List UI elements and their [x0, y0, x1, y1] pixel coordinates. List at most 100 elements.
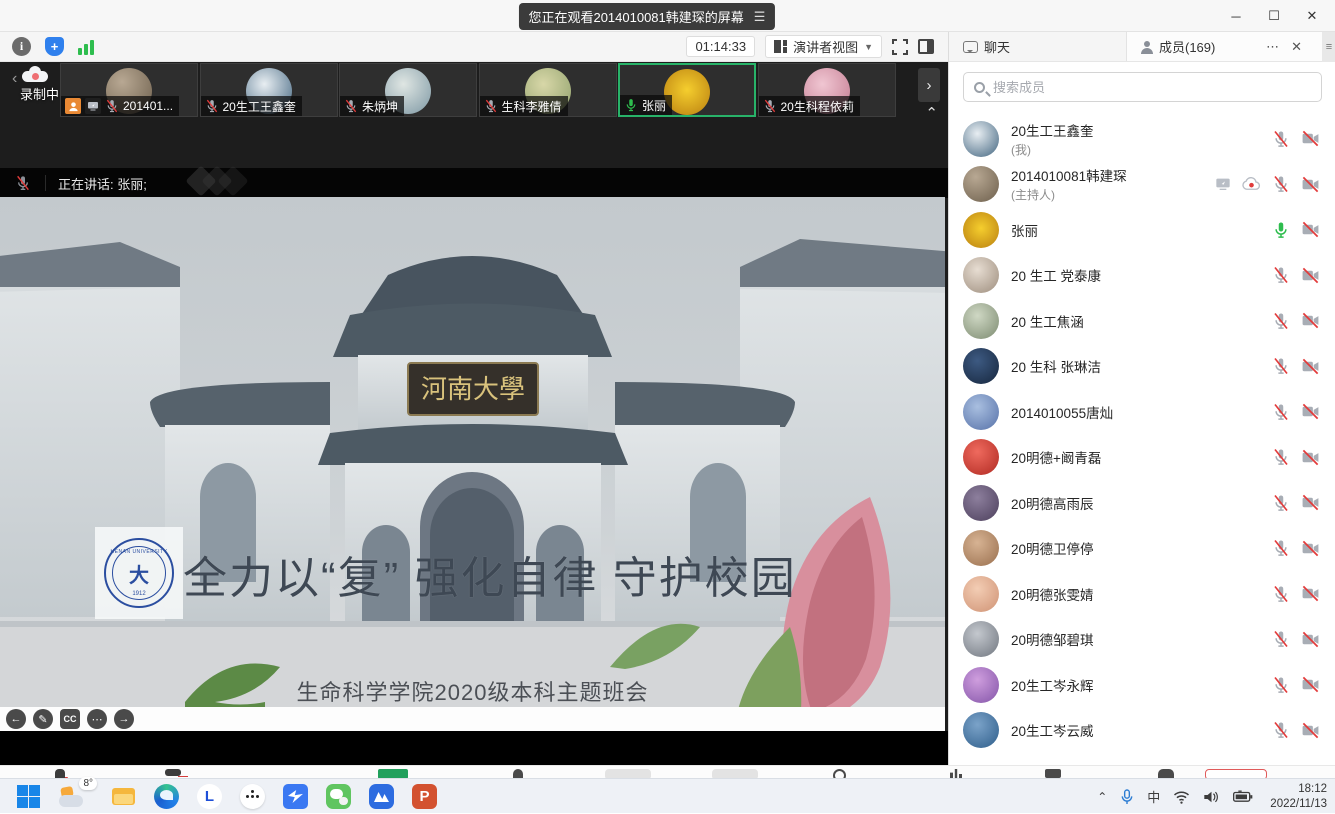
thumbnails-collapse-icon[interactable]: ⌃ — [925, 104, 938, 122]
mic-on-icon[interactable] — [1272, 221, 1290, 239]
camera-off-icon[interactable] — [1301, 539, 1320, 558]
mic-off-icon[interactable] — [763, 99, 777, 113]
video-thumbnail[interactable]: 朱炳坤 — [339, 63, 477, 117]
mic-off-icon[interactable] — [344, 99, 358, 113]
thunder-app-icon[interactable] — [283, 784, 308, 809]
member-search-box[interactable] — [963, 72, 1322, 102]
mic-off-icon[interactable] — [1272, 266, 1290, 284]
mic-button[interactable] — [55, 769, 65, 778]
speaker-view-button[interactable]: 演讲者视图 ▼ — [765, 35, 882, 58]
mic-off-icon[interactable] — [1272, 676, 1290, 694]
mic-off-icon[interactable] — [1272, 494, 1290, 512]
member-row[interactable]: 20明德卫停停 — [949, 526, 1335, 572]
maximize-button[interactable]: ☐ — [1255, 0, 1293, 32]
member-row[interactable]: 20明德高雨辰 — [949, 480, 1335, 526]
camera-off-icon[interactable] — [1301, 129, 1320, 148]
invite-button[interactable] — [1158, 769, 1174, 778]
panel-close-icon[interactable]: ✕ — [1291, 39, 1302, 55]
taskbar-clock[interactable]: 18:12 2022/11/13 — [1266, 782, 1327, 811]
member-row[interactable]: 20生工岑云威 — [949, 708, 1335, 754]
more-tools-button[interactable]: ⋯ — [87, 709, 107, 729]
member-row[interactable]: 20 生工 党泰康 — [949, 253, 1335, 299]
security-button[interactable] — [513, 769, 523, 778]
camera-off-icon[interactable] — [1301, 311, 1320, 330]
panel-drag-handle-icon[interactable]: ≡ — [1322, 32, 1335, 62]
network-signal-icon[interactable] — [78, 39, 94, 55]
camera-off-icon[interactable] — [1301, 721, 1320, 740]
participants-button[interactable] — [605, 769, 651, 778]
prev-slide-button[interactable]: ← — [6, 709, 26, 729]
tab-members[interactable]: 成员(169) ⋯ ✕ ≡ — [1127, 32, 1335, 61]
thumbnails-next-icon[interactable]: › — [918, 68, 940, 102]
member-row[interactable]: 2014010081韩建琛 (主持人) — [949, 162, 1335, 208]
ime-indicator[interactable]: 中 — [1147, 787, 1160, 806]
record-button[interactable] — [833, 769, 846, 778]
search-input[interactable] — [993, 80, 1311, 95]
mic-off-icon[interactable] — [1272, 130, 1290, 148]
mic-off-icon[interactable] — [1272, 630, 1290, 648]
mic-off-icon[interactable] — [105, 99, 119, 113]
battery-icon[interactable] — [1233, 790, 1253, 803]
video-thumbnail[interactable]: 20生科程依莉 — [758, 63, 896, 117]
pen-tool-button[interactable]: ✎ — [33, 709, 53, 729]
edge-browser-icon[interactable] — [154, 784, 179, 809]
mic-off-icon[interactable] — [1272, 539, 1290, 557]
mic-off-icon[interactable] — [1272, 585, 1290, 603]
camera-off-icon[interactable] — [1301, 357, 1320, 376]
mic-off-icon[interactable] — [205, 99, 219, 113]
member-row[interactable]: 20 生工焦涵 — [949, 298, 1335, 344]
lenovo-app-icon[interactable] — [197, 784, 222, 809]
captions-button[interactable]: CC — [60, 709, 80, 729]
mic-on-icon[interactable] — [624, 98, 638, 112]
banner-menu-icon[interactable]: ☰ — [754, 9, 766, 25]
member-row[interactable]: 20生工岑永辉 — [949, 662, 1335, 708]
camera-off-icon[interactable] — [1301, 175, 1320, 194]
member-row[interactable]: 20生工王鑫奎 (我) — [949, 116, 1335, 162]
mic-off-icon[interactable] — [1272, 721, 1290, 739]
fullscreen-icon[interactable] — [892, 39, 908, 55]
security-shield-icon[interactable]: + — [45, 37, 64, 56]
tab-chat[interactable]: 聊天 — [949, 32, 1127, 61]
panel-more-icon[interactable]: ⋯ — [1266, 39, 1279, 55]
camera-off-icon[interactable] — [1301, 220, 1320, 239]
powerpoint-icon[interactable] — [412, 784, 437, 809]
speaker-icon[interactable] — [1203, 790, 1220, 804]
video-thumbnail[interactable]: 张丽 — [618, 63, 756, 117]
member-row[interactable]: 20明德张雯婧 — [949, 571, 1335, 617]
video-thumbnail[interactable]: 生科李雅倩 — [479, 63, 617, 117]
file-explorer-icon[interactable] — [111, 784, 136, 809]
meeting-info-icon[interactable]: i — [12, 37, 31, 56]
share-screen-button[interactable] — [378, 769, 408, 778]
remote-app-icon[interactable] — [240, 784, 265, 809]
camera-off-icon[interactable] — [1301, 630, 1320, 649]
tray-mic-icon[interactable] — [1120, 788, 1134, 806]
mic-off-icon[interactable] — [1272, 357, 1290, 375]
apps-button[interactable] — [950, 769, 962, 778]
close-button[interactable]: ✕ — [1293, 0, 1331, 32]
mic-off-icon[interactable] — [484, 99, 498, 113]
mic-off-icon[interactable] — [1272, 312, 1290, 330]
camera-off-icon[interactable] — [1301, 584, 1320, 603]
next-slide-button[interactable]: → — [114, 709, 134, 729]
mic-off-icon[interactable] — [1272, 403, 1290, 421]
camera-off-icon[interactable] — [1301, 266, 1320, 285]
member-row[interactable]: 2014010055唐灿 — [949, 389, 1335, 435]
mic-off-icon[interactable] — [15, 175, 31, 191]
wechat-icon[interactable] — [326, 784, 351, 809]
camera-off-icon[interactable] — [1301, 402, 1320, 421]
camera-off-icon[interactable] — [1301, 448, 1320, 467]
tencent-meeting-icon[interactable] — [369, 784, 394, 809]
setting-button[interactable] — [1045, 769, 1061, 778]
wifi-icon[interactable] — [1173, 790, 1190, 804]
member-row[interactable]: 20明德邹碧琪 — [949, 617, 1335, 663]
camera-button[interactable] — [165, 769, 181, 776]
minimize-button[interactable]: ─ — [1217, 0, 1255, 32]
video-thumbnail[interactable]: 20生工王鑫奎 — [200, 63, 338, 117]
mic-off-icon[interactable] — [1272, 448, 1290, 466]
end-meeting-button[interactable] — [1205, 769, 1267, 778]
weather-widget-icon[interactable]: 8° — [59, 784, 93, 809]
side-panel-toggle-icon[interactable] — [918, 39, 934, 54]
thumbnails-prev-icon[interactable]: ‹ — [12, 70, 17, 88]
watching-screen-banner[interactable]: 您正在观看2014010081韩建琛的屏幕 ☰ — [518, 3, 775, 30]
member-row[interactable]: 张丽 — [949, 207, 1335, 253]
